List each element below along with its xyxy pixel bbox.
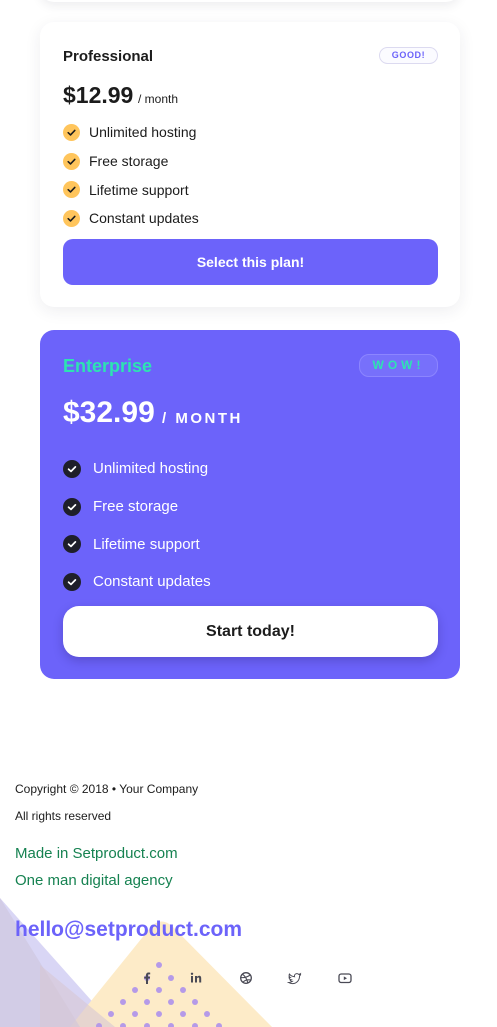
plan-price: $32.99 <box>63 396 155 429</box>
feature-item: Lifetime support <box>63 525 211 563</box>
facebook-icon[interactable] <box>139 970 155 986</box>
check-icon <box>63 209 80 227</box>
check-icon <box>63 181 80 199</box>
feature-item: Lifetime support <box>63 175 199 204</box>
dribbble-icon[interactable] <box>238 970 254 986</box>
feature-label: Free storage <box>89 153 169 170</box>
feature-label: Unlimited hosting <box>89 124 197 141</box>
plan-card-professional: Professional GOOD! $12.99 / month Unlimi… <box>40 22 460 307</box>
feature-item: Unlimited hosting <box>63 118 199 147</box>
linkedin-icon[interactable] <box>188 970 204 986</box>
feature-label: Unlimited hosting <box>93 460 209 478</box>
check-icon <box>63 572 81 591</box>
feature-item: Unlimited hosting <box>63 450 211 488</box>
email-link[interactable]: hello@setproduct.com <box>15 918 242 942</box>
plan-name: Enterprise <box>63 356 153 376</box>
check-icon <box>63 497 81 516</box>
previous-plan-card-edge <box>40 0 460 2</box>
agency-link[interactable]: One man digital agency <box>15 872 173 889</box>
feature-label: Lifetime support <box>89 181 189 198</box>
feature-item: Constant updates <box>63 563 211 601</box>
plan-badge: GOOD! <box>379 47 438 64</box>
feature-item: Constant updates <box>63 204 199 233</box>
feature-label: Free storage <box>93 498 179 516</box>
rights-text: All rights reserved <box>15 809 112 823</box>
select-plan-button[interactable]: Select this plan! <box>63 239 438 285</box>
check-icon <box>63 459 81 478</box>
feature-item: Free storage <box>63 147 199 176</box>
plan-price: $12.99 <box>63 82 134 108</box>
made-in-link[interactable]: Made in Setproduct.com <box>15 845 178 862</box>
twitter-icon[interactable] <box>286 970 303 986</box>
check-icon <box>63 123 80 141</box>
plan-card-enterprise: Enterprise WOW! $32.99 / MONTH Unlimited… <box>40 330 460 679</box>
feature-list: Unlimited hosting Free storage Lifetime … <box>63 450 211 601</box>
plan-period: / MONTH <box>162 410 243 427</box>
plan-name: Professional <box>63 48 154 65</box>
feature-label: Lifetime support <box>93 535 200 553</box>
plan-badge: WOW! <box>359 354 438 377</box>
plan-period: / month <box>138 92 179 106</box>
feature-item: Free storage <box>63 488 211 526</box>
start-today-button[interactable]: Start today! <box>63 606 438 657</box>
check-icon <box>63 152 80 170</box>
feature-label: Constant updates <box>89 210 199 227</box>
feature-list: Unlimited hosting Free storage Lifetime … <box>63 118 199 233</box>
check-icon <box>63 535 81 554</box>
feature-label: Constant updates <box>93 573 211 591</box>
youtube-icon[interactable] <box>337 970 353 986</box>
copyright-text: Copyright © 2018 • Your Company <box>15 782 199 796</box>
